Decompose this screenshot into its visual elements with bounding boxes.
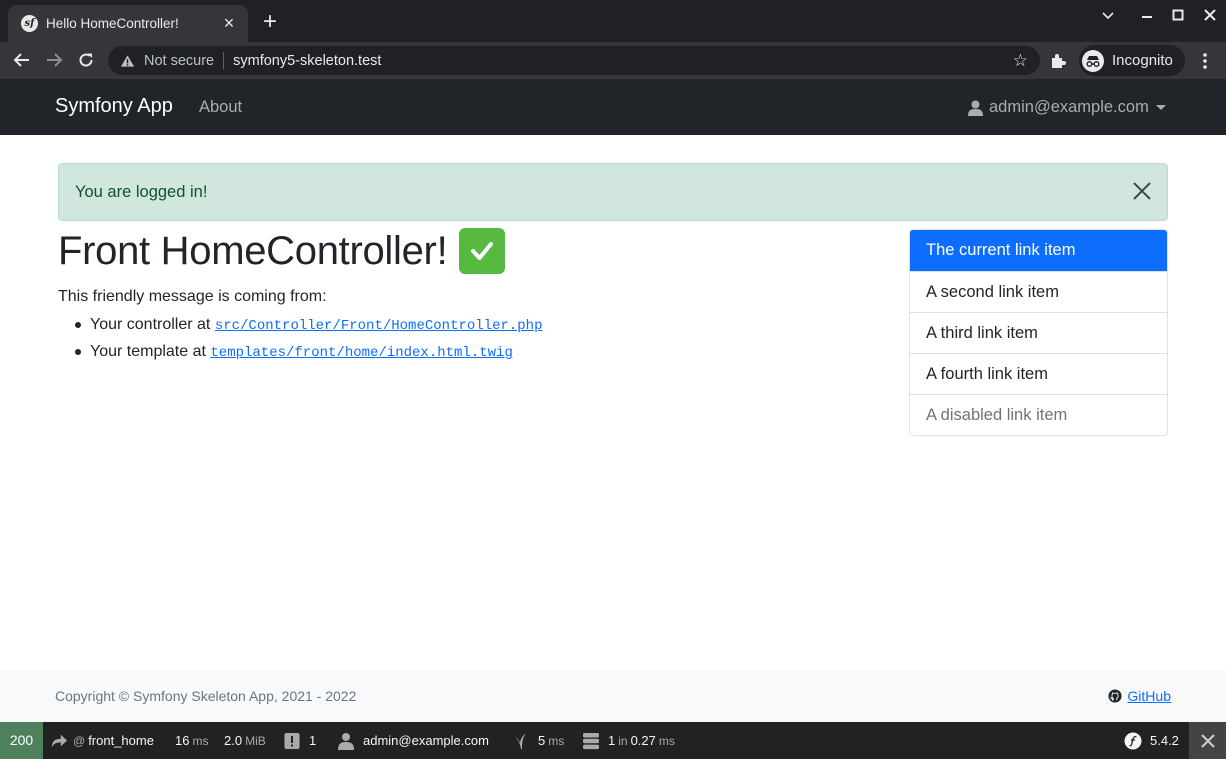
database-block[interactable]: 1 in 0.27 ms [582,722,675,759]
list-item: Your template at templates/front/home/in… [58,339,542,366]
new-tab-button[interactable]: + [258,10,282,34]
github-icon [1108,689,1122,703]
logs-warning-icon [284,732,300,749]
list-group-item-disabled: A disabled link item [910,394,1167,435]
symfony-favicon-icon: sf [21,15,38,32]
browser-toolbar: Not secure symfony5-skeleton.test ☆ Inco… [0,42,1226,79]
memory-unit: MiB [245,733,266,748]
not-secure-label[interactable]: Not secure [144,53,214,69]
logs-block[interactable]: 1 [283,722,316,759]
security-block[interactable]: admin@example.com [337,722,489,759]
twig-block[interactable]: 5 ms [512,722,564,759]
database-icon [583,732,599,749]
incognito-profile-button[interactable]: Incognito [1079,45,1185,76]
extensions-puzzle-icon[interactable] [1048,51,1068,71]
twig-value: 5 [538,733,546,748]
controller-prefix: Your controller at [90,316,211,333]
omnibox-separator [223,52,225,69]
browser-tabstrip: sf Hello HomeController! × + [0,0,1226,42]
time-value: 16 [175,733,190,748]
status-code-badge[interactable]: 200 [0,722,43,759]
route-at: @ [73,733,86,748]
list-group-item-fourth[interactable]: A fourth link item [910,353,1167,394]
twig-icon [514,733,526,749]
warning-triangle-icon [120,54,135,67]
list-group-item-third[interactable]: A third link item [910,312,1167,353]
symfony-version-block[interactable]: 5.4.2 [1124,722,1179,759]
symfony-version: 5.4.2 [1150,733,1179,748]
address-bar[interactable]: Not secure symfony5-skeleton.test ☆ [108,46,1040,75]
url-text[interactable]: symfony5-skeleton.test [233,53,1013,69]
route-name: front_home [88,733,154,748]
back-arrow-icon[interactable] [9,47,35,73]
memory-value: 2.0 [224,733,243,748]
app-navbar: Symfony App About admin@example.com [0,79,1226,135]
check-mark-icon [459,228,506,274]
user-icon [338,732,354,750]
page-heading: Front HomeController! [58,228,506,274]
user-dropdown-toggle[interactable]: admin@example.com [968,98,1166,117]
browser-menu-icon[interactable] [1196,49,1214,75]
incognito-label: Incognito [1112,52,1173,69]
browser-tab[interactable]: sf Hello HomeController! × [8,5,248,42]
db-time: 0.27 [630,733,656,748]
db-queries: 1 [608,733,616,748]
route-block[interactable]: @ front_home [50,722,154,759]
page-title: Front HomeController! [58,228,448,273]
time-unit: ms [192,733,209,748]
forward-arrow-icon[interactable] [41,47,67,73]
time-block[interactable]: 16 ms [175,722,208,759]
template-path-link[interactable]: templates/front/home/index.html.twig [210,345,512,361]
github-label: GitHub [1127,688,1171,704]
tab-title: Hello HomeController! [46,16,179,31]
maximize-icon[interactable] [1167,8,1189,25]
link-list-group: The current link item A second link item… [909,229,1168,436]
dropdown-caret-icon [1155,105,1166,110]
db-in-label: in [618,733,628,748]
list-group-item-current[interactable]: The current link item [910,230,1167,271]
github-link[interactable]: GitHub [1108,688,1171,704]
reload-icon[interactable] [73,47,99,73]
list-group-item-second[interactable]: A second link item [910,271,1167,312]
tab-close-icon[interactable]: × [220,13,238,34]
toolbar-close-button[interactable] [1189,722,1226,759]
user-icon [968,100,983,116]
template-prefix: Your template at [90,343,206,360]
bookmark-star-icon[interactable]: ☆ [1013,51,1028,71]
alert-message: You are logged in! [75,183,208,201]
intro-text: This friendly message is coming from: [58,288,327,305]
redirect-arrow-icon [51,734,68,747]
security-user: admin@example.com [363,733,489,748]
minimize-icon[interactable] [1136,8,1158,26]
navbar-brand[interactable]: Symfony App [55,95,173,118]
nav-link-about[interactable]: About [199,98,242,117]
alert-close-icon[interactable] [1131,180,1153,202]
memory-block[interactable]: 2.0 MiB [224,722,266,759]
list-item: Your controller at src/Controller/Front/… [58,312,542,339]
copyright-text: Copyright © Symfony Skeleton App, 2021 -… [55,688,357,704]
db-unit: ms [658,733,675,748]
source-list: Your controller at src/Controller/Front/… [58,312,542,366]
symfony-debug-toolbar: 200 @ front_home 16 ms 2.0 MiB 1 admin@e… [0,722,1226,759]
close-icon [1200,733,1215,748]
symfony-logo-icon [1124,732,1142,749]
tab-search-chevron-icon[interactable] [1097,8,1119,26]
window-close-icon[interactable] [1199,8,1221,25]
user-email: admin@example.com [989,98,1149,116]
logs-count: 1 [309,733,317,748]
controller-path-link[interactable]: src/Controller/Front/HomeController.php [215,318,543,334]
success-alert: You are logged in! [58,163,1168,221]
twig-unit: ms [548,733,565,748]
incognito-icon [1082,49,1104,72]
page-footer: Copyright © Symfony Skeleton App, 2021 -… [0,670,1226,722]
